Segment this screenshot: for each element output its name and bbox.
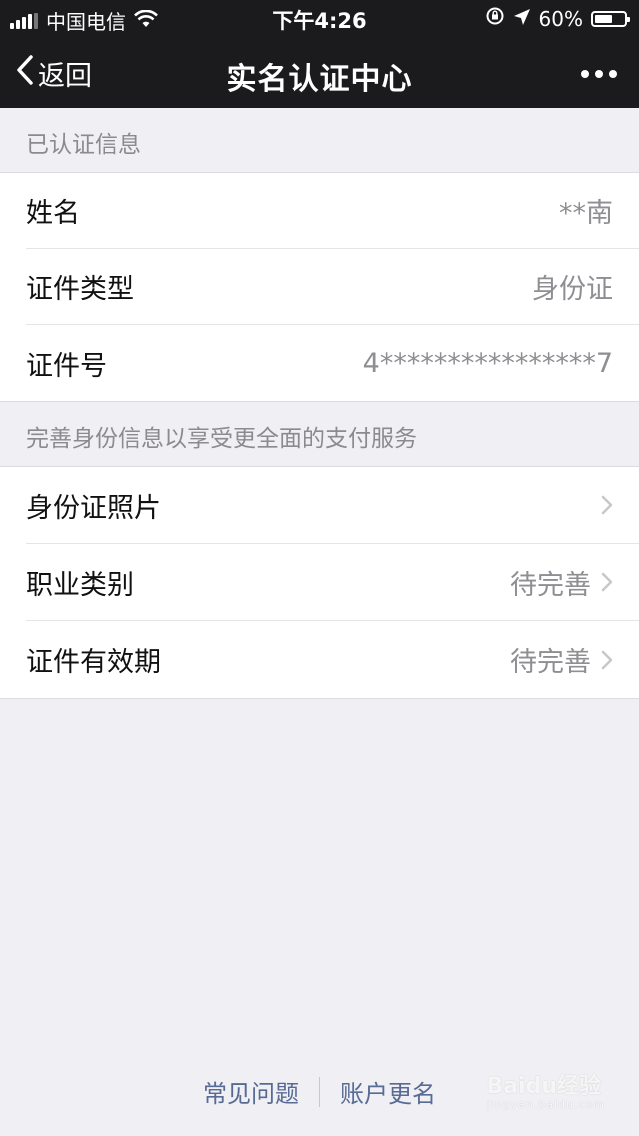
status-right: 60% <box>485 6 630 31</box>
improve-section-header: 完善身份信息以享受更全面的支付服务 <box>26 426 417 452</box>
row-label: 职业类别 <box>26 569 134 601</box>
top-bar: 中国电信 下午4:26 60% 返回 实名认证中心 <box>0 0 639 108</box>
verified-section-header: 已认证信息 <box>26 132 141 158</box>
row-id-number: 证件号 4****************7 <box>26 325 639 401</box>
battery-icon <box>591 10 630 27</box>
row-label: 证件类型 <box>26 274 134 305</box>
baidu-watermark: Baidu经验 jingyan.baidu.com <box>486 1068 605 1111</box>
chevron-right-icon <box>601 650 613 670</box>
chevron-right-icon <box>601 572 613 592</box>
row-id-validity[interactable]: 证件有效期 待完善 <box>26 621 639 698</box>
chevron-right-icon <box>601 495 613 515</box>
row-label: 姓名 <box>26 198 80 229</box>
row-id-photo[interactable]: 身份证照片 <box>26 467 639 544</box>
row-label: 证件号 <box>26 350 107 382</box>
rotation-lock-icon <box>485 6 505 31</box>
row-id-type: 证件类型 身份证 <box>26 249 639 325</box>
account-rename-link[interactable]: 账户更名 <box>320 1074 456 1109</box>
improve-info-group: 身份证照片 职业类别 待完善 证件有效期 待完善 <box>0 466 639 699</box>
battery-percent: 60% <box>538 6 583 31</box>
verified-info-group: 姓名 **南 证件类型 身份证 证件号 4****************7 <box>0 172 639 402</box>
location-arrow-icon <box>513 7 531 31</box>
row-value: 待完善 <box>510 647 591 678</box>
watermark-site: jingyan.baidu.com <box>486 1098 605 1111</box>
more-dots-icon[interactable] <box>581 70 617 78</box>
watermark-brand: Baidu经验 <box>486 1074 602 1099</box>
row-name: 姓名 **南 <box>26 173 639 249</box>
row-value: 身份证 <box>532 274 613 305</box>
row-value: 待完善 <box>510 569 591 601</box>
navigation-bar: 返回 实名认证中心 <box>0 36 639 108</box>
row-value: 4****************7 <box>362 347 613 379</box>
row-value: **南 <box>559 198 613 229</box>
page-title: 实名认证中心 <box>226 62 413 97</box>
row-label: 证件有效期 <box>26 647 161 678</box>
status-bar: 中国电信 下午4:26 60% <box>0 0 639 36</box>
faq-link[interactable]: 常见问题 <box>183 1074 319 1109</box>
row-label: 身份证照片 <box>26 492 161 524</box>
row-occupation[interactable]: 职业类别 待完善 <box>26 544 639 621</box>
